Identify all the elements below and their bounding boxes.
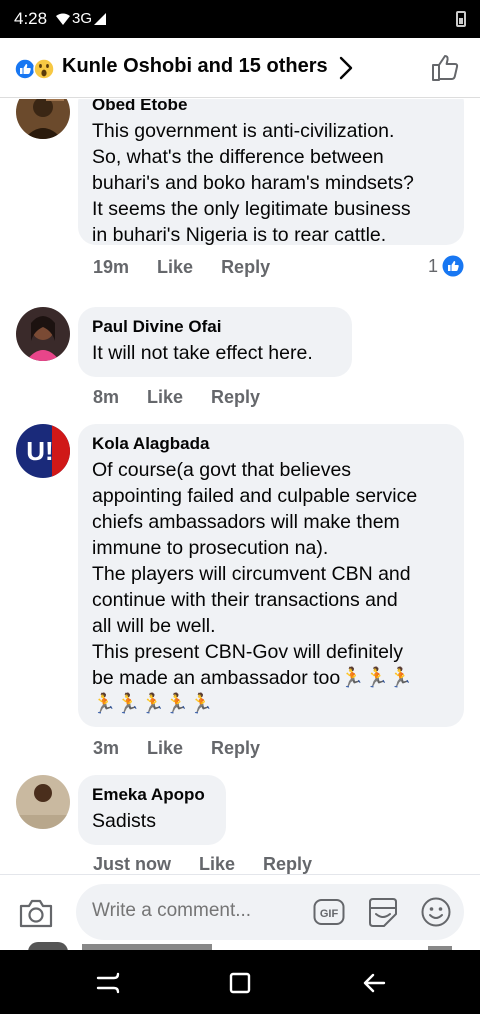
like-icon xyxy=(14,58,36,80)
status-bar: 4:28 3G xyxy=(0,0,480,38)
comment-actions: Just now Like Reply xyxy=(93,854,312,874)
comment-bubble[interactable]: Kola Alagbada Of course(a govt that beli… xyxy=(78,424,464,727)
svg-text:U!: U! xyxy=(26,436,53,466)
avatar[interactable] xyxy=(16,307,70,361)
network-type: 3G xyxy=(72,10,93,27)
comment-time: Just now xyxy=(93,854,172,874)
reply-button[interactable]: Reply xyxy=(221,257,270,278)
signal-icon xyxy=(94,12,107,25)
gif-icon[interactable]: GIF xyxy=(313,898,345,926)
recent-apps-icon[interactable] xyxy=(93,968,123,998)
comment-actions: 8m Like Reply xyxy=(93,387,260,408)
network-status: 3G xyxy=(56,10,107,27)
comment-bubble[interactable]: Emeka Apopo Sadists xyxy=(78,775,226,845)
reply-button[interactable]: Reply xyxy=(263,854,312,874)
avatar[interactable]: U! xyxy=(16,424,70,478)
comment-text: Of course(a govt that believes appointin… xyxy=(92,459,418,715)
comment-input[interactable] xyxy=(92,900,302,922)
battery-icon xyxy=(456,11,466,27)
emoji-icon[interactable] xyxy=(420,896,452,928)
comment-time: 19m xyxy=(93,257,130,277)
comment-bubble[interactable]: Obed Etobe This government is anti-civil… xyxy=(78,99,464,246)
like-comment-button[interactable]: Like xyxy=(147,738,183,759)
sticker-icon[interactable] xyxy=(366,896,400,928)
comment-author[interactable]: Emeka Apopo xyxy=(92,785,212,805)
comment-author[interactable]: Paul Divine Ofai xyxy=(92,317,338,337)
comment-time: 8m xyxy=(93,387,120,407)
comment-reaction-count[interactable]: 1 xyxy=(428,255,464,277)
avatar[interactable] xyxy=(16,99,70,139)
avatar[interactable] xyxy=(16,775,70,829)
comment-author[interactable]: Obed Etobe xyxy=(92,99,450,115)
reaction-count: 1 xyxy=(427,255,438,276)
comment-text: Sadists xyxy=(92,810,156,832)
comment-input-box[interactable]: GIF xyxy=(76,884,464,940)
reactors-label[interactable]: Kunle Oshobi and 15 others xyxy=(62,55,328,78)
comment-actions: 19m Like Reply xyxy=(93,257,270,278)
chevron-right-icon[interactable] xyxy=(334,55,358,81)
comment-actions: 3m Like Reply xyxy=(93,738,260,759)
reply-button[interactable]: Reply xyxy=(211,738,260,759)
like-comment-button[interactable]: Like xyxy=(157,257,193,278)
like-post-button[interactable] xyxy=(430,52,462,84)
status-time: 4:28 xyxy=(14,9,48,28)
comment-composer: GIF xyxy=(0,874,480,950)
reactions-header: Kunle Oshobi and 15 others xyxy=(0,38,480,98)
svg-text:GIF: GIF xyxy=(320,908,339,920)
comment-text: This government is anti-civilization. So… xyxy=(92,120,414,246)
like-comment-button[interactable]: Like xyxy=(199,854,235,874)
reaction-icons[interactable] xyxy=(14,58,58,80)
reply-button[interactable]: Reply xyxy=(211,387,260,408)
comment-feed[interactable]: Obed Etobe This government is anti-civil… xyxy=(0,99,480,874)
back-icon[interactable] xyxy=(360,968,390,998)
wow-icon xyxy=(33,58,55,80)
comment-author[interactable]: Kola Alagbada xyxy=(92,434,450,454)
like-icon xyxy=(442,255,464,277)
home-icon[interactable] xyxy=(225,968,255,998)
camera-icon[interactable] xyxy=(18,897,54,929)
comment-time: 3m xyxy=(93,738,120,758)
system-nav-bar xyxy=(0,950,480,1014)
like-comment-button[interactable]: Like xyxy=(147,387,183,408)
wifi-icon xyxy=(56,13,70,25)
comment-bubble[interactable]: Paul Divine Ofai It will not take effect… xyxy=(78,307,352,377)
comment-text: It will not take effect here. xyxy=(92,342,313,364)
